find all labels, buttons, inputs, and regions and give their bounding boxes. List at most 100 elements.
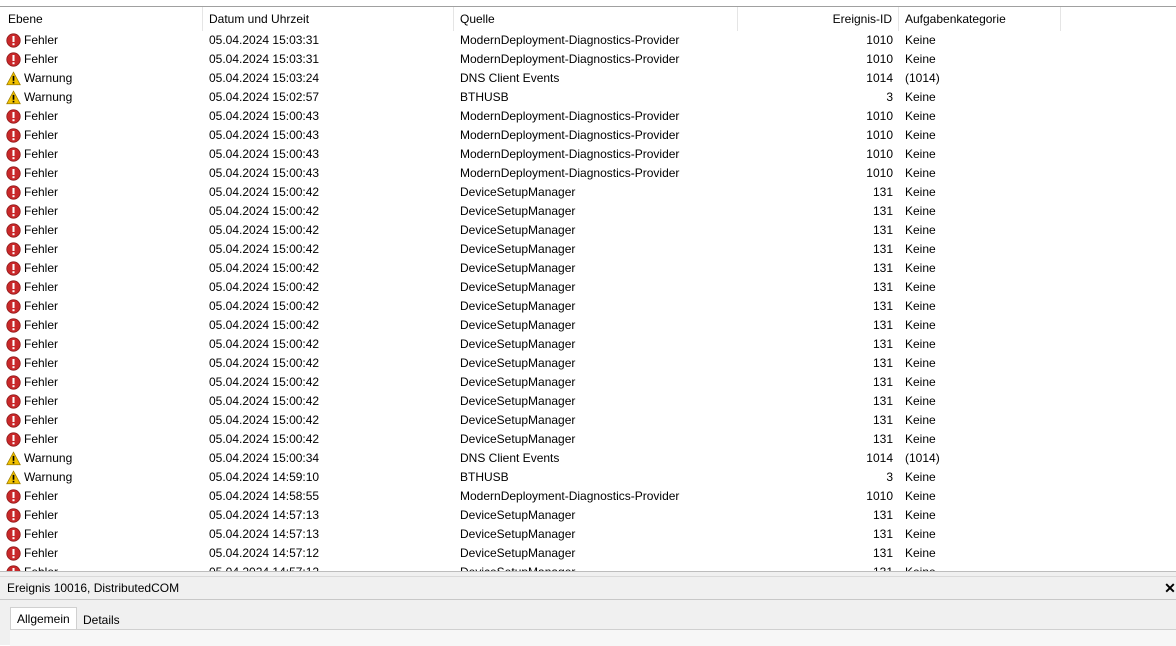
datetime-cell: 05.04.2024 14:57:12 <box>209 563 319 571</box>
table-row[interactable]: Fehler 05.04.2024 15:00:42 DeviceSetupMana… <box>0 335 1176 354</box>
source-cell: DeviceSetupManager <box>460 356 576 370</box>
level-label: Fehler <box>24 261 59 275</box>
table-row[interactable]: Warnung 05.04.2024 15:02:57 BTHUSB 3 Keine <box>0 88 1176 107</box>
task-category-cell: Keine <box>905 109 936 123</box>
error-icon <box>6 489 21 504</box>
table-row[interactable]: Fehler 05.04.2024 14:57:12 DeviceSetupMana… <box>0 563 1176 571</box>
level-label: Fehler <box>24 546 59 560</box>
level-label: Fehler <box>24 413 59 427</box>
datetime-cell: 05.04.2024 15:00:42 <box>209 337 320 351</box>
table-row[interactable]: Fehler 05.04.2024 15:00:43 ModernDeploymen… <box>0 164 1176 183</box>
level-label: Warnung <box>24 71 73 85</box>
datetime-cell: 05.04.2024 14:57:12 <box>209 546 320 560</box>
table-row[interactable]: Fehler 05.04.2024 15:00:42 DeviceSetupMana… <box>0 392 1176 411</box>
task-category-cell: Keine <box>905 166 936 180</box>
table-row[interactable]: Fehler 05.04.2024 15:00:42 DeviceSetupMana… <box>0 316 1176 335</box>
error-icon <box>6 261 21 276</box>
error-icon <box>6 337 21 352</box>
level-cell: Fehler <box>6 411 201 430</box>
level-label: Fehler <box>24 52 59 66</box>
table-row[interactable]: Fehler 05.04.2024 15:00:42 DeviceSetupMana… <box>0 202 1176 221</box>
table-row[interactable]: Warnung 05.04.2024 15:00:34 DNS Client Eve… <box>0 449 1176 468</box>
table-row[interactable]: Fehler 05.04.2024 15:00:43 ModernDeploymen… <box>0 126 1176 145</box>
source-cell: BTHUSB <box>460 470 509 484</box>
error-icon <box>6 33 21 48</box>
table-row[interactable]: Fehler 05.04.2024 15:00:42 DeviceSetupMana… <box>0 354 1176 373</box>
event-id-cell: 1010 <box>866 33 893 47</box>
level-label: Fehler <box>24 280 59 294</box>
task-category-cell: Keine <box>905 185 936 199</box>
table-row[interactable]: Fehler 05.04.2024 14:57:13 DeviceSetupMana… <box>0 506 1176 525</box>
datetime-cell: 05.04.2024 14:57:13 <box>209 508 320 522</box>
event-id-cell: 131 <box>872 527 893 541</box>
event-id-cell: 131 <box>872 508 893 522</box>
table-row[interactable]: Fehler 05.04.2024 15:03:31 ModernDeploymen… <box>0 31 1176 50</box>
source-cell: DeviceSetupManager <box>460 280 576 294</box>
table-row[interactable]: Fehler 05.04.2024 15:00:42 DeviceSetupMana… <box>0 259 1176 278</box>
table-row[interactable]: Fehler 05.04.2024 15:00:42 DeviceSetupMana… <box>0 430 1176 449</box>
source-cell: DeviceSetupManager <box>460 318 576 332</box>
level-cell: Fehler <box>6 202 201 221</box>
level-label: Warnung <box>24 451 73 465</box>
table-row[interactable]: Fehler 05.04.2024 15:00:42 DeviceSetupMana… <box>0 221 1176 240</box>
task-category-cell: Keine <box>905 375 936 389</box>
table-row[interactable]: Fehler 05.04.2024 14:58:55 ModernDeploymen… <box>0 487 1176 506</box>
table-row[interactable]: Fehler 05.04.2024 15:00:42 DeviceSetupMana… <box>0 411 1176 430</box>
event-id-cell: 131 <box>872 432 893 446</box>
tab-details[interactable]: Details <box>77 609 126 631</box>
source-cell: DeviceSetupManager <box>460 563 575 571</box>
column-header-level[interactable]: Ebene <box>0 7 203 31</box>
level-label: Fehler <box>24 147 59 161</box>
task-category-cell: (1014) <box>905 451 940 465</box>
level-cell: Fehler <box>6 354 201 373</box>
task-category-cell: Keine <box>905 223 936 237</box>
table-row[interactable]: Fehler 05.04.2024 15:00:43 ModernDeploymen… <box>0 107 1176 126</box>
error-icon <box>6 242 21 257</box>
event-id-cell: 1014 <box>866 451 893 465</box>
column-header-row: Ebene Datum und Uhrzeit Quelle Ereignis-… <box>0 7 1176 31</box>
tab-general[interactable]: Allgemein <box>10 607 77 629</box>
event-id-cell: 131 <box>872 356 893 370</box>
table-row[interactable]: Fehler 05.04.2024 15:03:31 ModernDeploymen… <box>0 50 1176 69</box>
table-row[interactable]: Fehler 05.04.2024 15:00:42 DeviceSetupMana… <box>0 297 1176 316</box>
datetime-cell: 05.04.2024 15:00:43 <box>209 109 320 123</box>
task-category-cell: Keine <box>905 413 936 427</box>
column-header-source[interactable]: Quelle <box>454 7 738 31</box>
table-row[interactable]: Fehler 05.04.2024 15:00:42 DeviceSetupMana… <box>0 278 1176 297</box>
level-label: Fehler <box>24 489 59 503</box>
event-id-cell: 131 <box>872 413 893 427</box>
table-row[interactable]: Fehler 05.04.2024 15:00:42 DeviceSetupMana… <box>0 183 1176 202</box>
level-label: Fehler <box>24 242 59 256</box>
datetime-cell: 05.04.2024 15:00:42 <box>209 394 320 408</box>
level-cell: Fehler <box>6 316 201 335</box>
divider <box>0 599 1176 600</box>
event-id-cell: 1010 <box>866 109 893 123</box>
task-category-cell: Keine <box>905 33 936 47</box>
datetime-cell: 05.04.2024 15:00:42 <box>209 318 320 332</box>
detail-tabs: Allgemein Details <box>0 607 1176 646</box>
table-row[interactable]: Warnung 05.04.2024 15:03:24 DNS Client Eve… <box>0 69 1176 88</box>
close-icon[interactable]: ✕ <box>1164 577 1176 599</box>
level-label: Fehler <box>24 394 59 408</box>
table-row[interactable]: Fehler 05.04.2024 15:00:42 DeviceSetupMana… <box>0 240 1176 259</box>
event-id-cell: 1010 <box>866 128 893 142</box>
event-list[interactable]: Ebene Datum und Uhrzeit Quelle Ereignis-… <box>0 7 1176 571</box>
column-header-datetime[interactable]: Datum und Uhrzeit <box>203 7 454 31</box>
source-cell: DeviceSetupManager <box>460 223 576 237</box>
table-row[interactable]: Fehler 05.04.2024 15:00:43 ModernDeploymen… <box>0 145 1176 164</box>
table-row[interactable]: Fehler 05.04.2024 14:57:13 DeviceSetupMana… <box>0 525 1176 544</box>
level-cell: Fehler <box>6 164 201 183</box>
event-id-cell: 131 <box>872 546 893 560</box>
error-icon <box>6 432 21 447</box>
datetime-cell: 05.04.2024 15:00:42 <box>209 356 320 370</box>
table-row[interactable]: Warnung 05.04.2024 14:59:10 BTHUSB 3 Keine <box>0 468 1176 487</box>
source-cell: DeviceSetupManager <box>460 204 576 218</box>
table-row[interactable]: Fehler 05.04.2024 14:57:12 DeviceSetupMana… <box>0 544 1176 563</box>
column-header-event-id[interactable]: Ereignis-ID <box>738 7 899 31</box>
datetime-cell: 05.04.2024 15:03:24 <box>209 71 320 85</box>
table-row[interactable]: Fehler 05.04.2024 15:00:42 DeviceSetupMana… <box>0 373 1176 392</box>
task-category-cell: Keine <box>905 261 936 275</box>
column-header-task-category[interactable]: Aufgabenkategorie <box>899 7 1061 31</box>
event-id-cell: 1014 <box>866 71 893 85</box>
level-label: Warnung <box>24 90 73 104</box>
